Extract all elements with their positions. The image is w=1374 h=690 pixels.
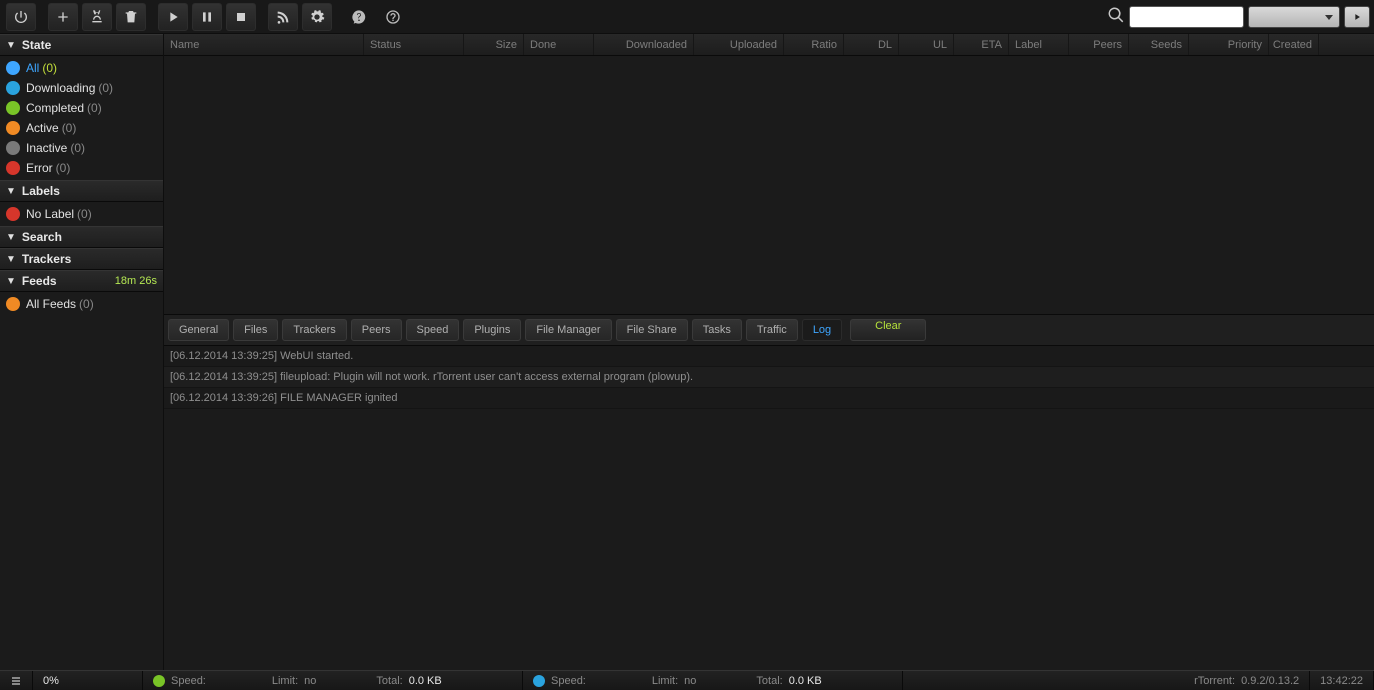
rss-button[interactable]: [268, 3, 298, 31]
panel-header-trackers[interactable]: ▼Trackers: [0, 248, 163, 270]
grid-col[interactable]: Peers: [1069, 34, 1129, 55]
delete-button[interactable]: [116, 3, 146, 31]
sidebar-item[interactable]: Active (0): [0, 118, 163, 138]
sidebar-item-label: Error: [26, 161, 53, 175]
add-torrent-button[interactable]: [48, 3, 78, 31]
grid-col[interactable]: Seeds: [1129, 34, 1189, 55]
about-icon[interactable]: [344, 3, 374, 31]
grid-col[interactable]: Ratio: [784, 34, 844, 55]
grid-col[interactable]: Done: [524, 34, 594, 55]
disk-pct: 0%: [33, 671, 143, 690]
search-icon: [1107, 6, 1125, 27]
log-area[interactable]: [06.12.2014 13:39:25] WebUI started.[06.…: [164, 346, 1374, 670]
grid-col[interactable]: Created: [1269, 34, 1319, 55]
grid-col[interactable]: DL: [844, 34, 899, 55]
version-cell: rTorrent:0.9.2/0.13.2: [1184, 671, 1310, 690]
clock-cell: 13:42:22: [1310, 671, 1374, 690]
sidebar-item[interactable]: Inactive (0): [0, 138, 163, 158]
tab-files[interactable]: Files: [233, 319, 278, 341]
grid-col[interactable]: Size: [464, 34, 524, 55]
sidebar-item[interactable]: Downloading (0): [0, 78, 163, 98]
grid-col[interactable]: ETA: [954, 34, 1009, 55]
sidebar-item-label: All: [26, 61, 39, 75]
sidebar-item[interactable]: Completed (0): [0, 98, 163, 118]
tab-general[interactable]: General: [168, 319, 229, 341]
panel-header-search[interactable]: ▼Search: [0, 226, 163, 248]
grid-col[interactable]: Downloaded: [594, 34, 694, 55]
disk-icon: [0, 671, 33, 690]
panel-header-feeds[interactable]: ▼Feeds18m 26s: [0, 270, 163, 292]
tab-peers[interactable]: Peers: [351, 319, 402, 341]
stop-button[interactable]: [226, 3, 256, 31]
sidebar-item-label: Completed: [26, 101, 84, 115]
filter-select[interactable]: [1248, 6, 1340, 28]
tab-traffic[interactable]: Traffic: [746, 319, 798, 341]
tab-file-share[interactable]: File Share: [616, 319, 688, 341]
power-button[interactable]: [6, 3, 36, 31]
sidebar-item[interactable]: All (0): [0, 58, 163, 78]
grid-col[interactable]: Uploaded: [694, 34, 784, 55]
detail-tabs: GeneralFilesTrackersPeersSpeedPluginsFil…: [164, 314, 1374, 346]
panel-header-state[interactable]: ▼State: [0, 34, 163, 56]
sidebar-item[interactable]: All Feeds (0): [0, 294, 163, 314]
sidebar-item-label: Active: [26, 121, 59, 135]
help-icon[interactable]: [378, 3, 408, 31]
sidebar-item-label: All Feeds: [26, 297, 76, 311]
log-line: [06.12.2014 13:39:25] fileupload: Plugin…: [164, 367, 1374, 388]
tab-file-manager[interactable]: File Manager: [525, 319, 611, 341]
sidebar: ▼StateAll (0)Downloading (0)Completed (0…: [0, 34, 164, 670]
log-line: [06.12.2014 13:39:25] WebUI started.: [164, 346, 1374, 367]
grid-col[interactable]: Label: [1009, 34, 1069, 55]
upload-stats: Speed: Limit:no Total:0.0 KB: [143, 671, 523, 690]
create-torrent-button[interactable]: [82, 3, 112, 31]
panel-header-labels[interactable]: ▼Labels: [0, 180, 163, 202]
sidebar-item[interactable]: No Label (0): [0, 204, 163, 224]
sidebar-item[interactable]: Error (0): [0, 158, 163, 178]
grid-col[interactable]: Name: [164, 34, 364, 55]
tab-trackers[interactable]: Trackers: [282, 319, 346, 341]
sidebar-item-label: No Label: [26, 207, 74, 221]
grid-col[interactable]: Priority: [1189, 34, 1269, 55]
tab-log[interactable]: Log: [802, 319, 842, 341]
tab-speed[interactable]: Speed: [406, 319, 460, 341]
pause-button[interactable]: [192, 3, 222, 31]
sidebar-item-label: Downloading: [26, 81, 95, 95]
settings-button[interactable]: [302, 3, 332, 31]
tab-tasks[interactable]: Tasks: [692, 319, 742, 341]
tab-plugins[interactable]: Plugins: [463, 319, 521, 341]
log-line: [06.12.2014 13:39:26] FILE MANAGER ignit…: [164, 388, 1374, 409]
statusbar: 0% Speed: Limit:no Total:0.0 KB Speed: L…: [0, 670, 1374, 690]
torrent-grid-header: NameStatusSizeDoneDownloadedUploadedRati…: [164, 34, 1374, 56]
grid-col[interactable]: UL: [899, 34, 954, 55]
grid-col[interactable]: Status: [364, 34, 464, 55]
content: NameStatusSizeDoneDownloadedUploadedRati…: [164, 34, 1374, 670]
torrent-grid-body[interactable]: [164, 56, 1374, 314]
search-input[interactable]: [1129, 6, 1244, 28]
toolbar: [0, 0, 1374, 34]
clear-log-button[interactable]: Clear: [850, 319, 926, 341]
sidebar-item-label: Inactive: [26, 141, 67, 155]
search-go-button[interactable]: [1344, 6, 1370, 28]
start-button[interactable]: [158, 3, 188, 31]
download-stats: Speed: Limit:no Total:0.0 KB: [523, 671, 903, 690]
